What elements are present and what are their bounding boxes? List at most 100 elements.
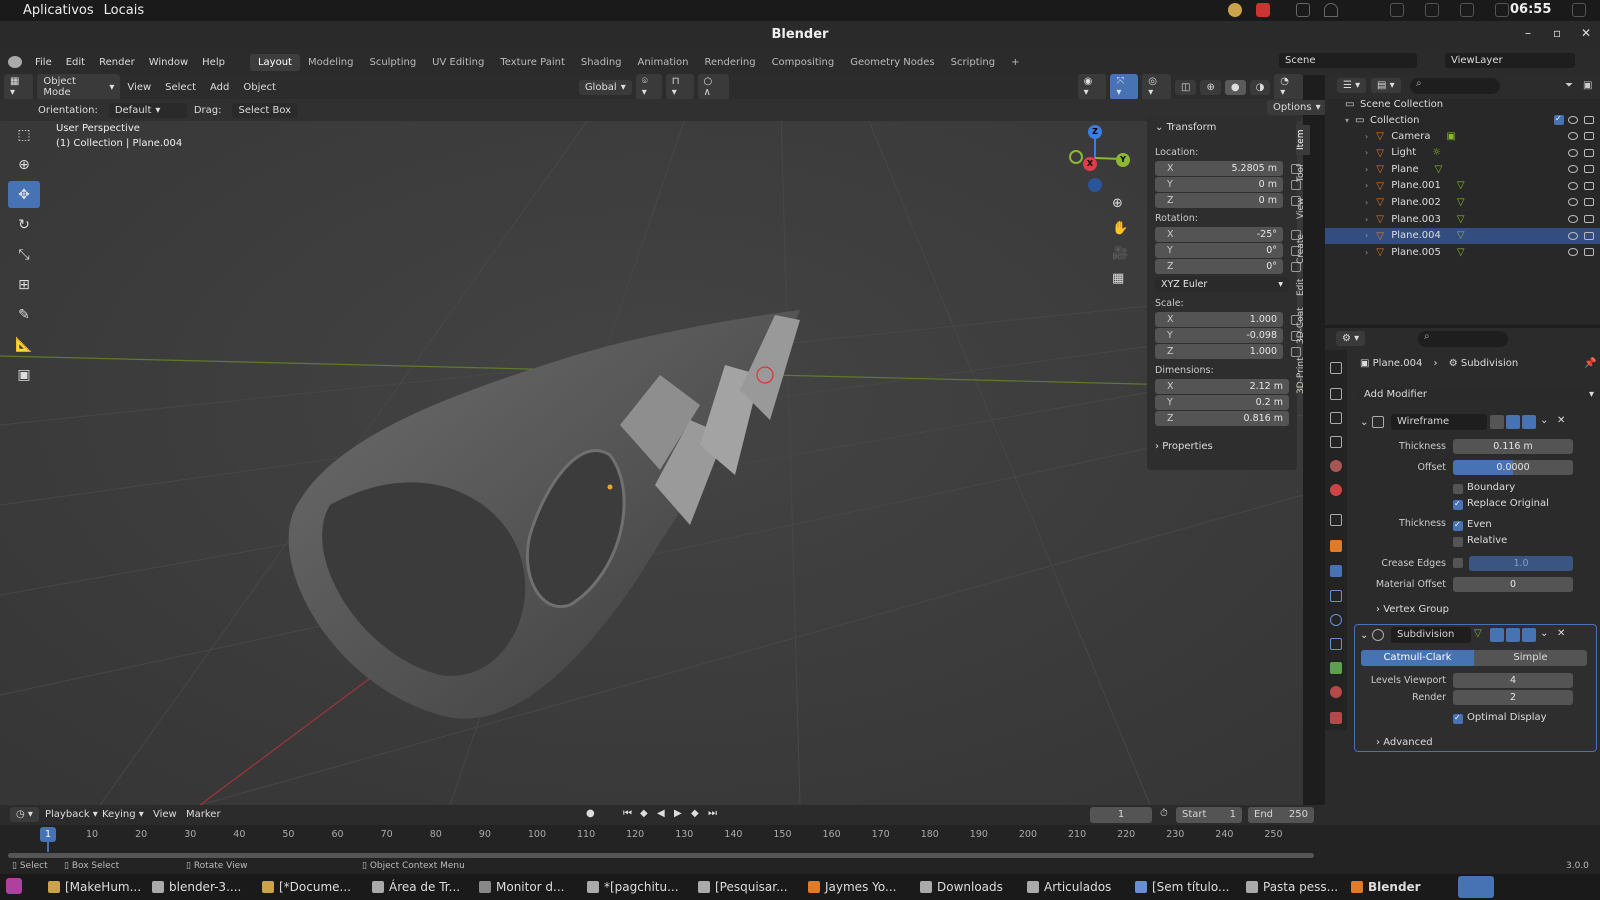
transform-orientation-selector[interactable]: Global ▾ xyxy=(578,79,632,95)
gizmo-y-icon[interactable]: Y xyxy=(1116,153,1130,167)
bluetooth-icon[interactable] xyxy=(1390,3,1404,17)
expand-icon[interactable]: › xyxy=(1365,132,1368,141)
rotation-x-field[interactable]: X -25° xyxy=(1155,227,1283,242)
tab-view[interactable]: View xyxy=(1296,194,1310,222)
timeline-editor-type-icon[interactable]: ◷ ▾ xyxy=(10,807,39,822)
subdivision-name-field[interactable]: Subdivision xyxy=(1391,627,1471,643)
eye-icon[interactable] xyxy=(1568,248,1578,257)
timeline-scrollbar[interactable] xyxy=(8,853,1314,858)
outliner-item[interactable]: › ▽ Light ☼ xyxy=(1325,145,1600,161)
zoom-icon[interactable]: ⊕ xyxy=(1112,196,1123,211)
location-y-field[interactable]: Y 0 m xyxy=(1155,177,1283,192)
taskbar-item[interactable]: Jaymes Yo... xyxy=(808,880,896,894)
add-workspace-icon[interactable]: + xyxy=(1003,54,1027,71)
taskbar-item[interactable]: Downloads xyxy=(920,880,1003,894)
cage-toggle-icon[interactable]: ▽ xyxy=(1474,628,1482,639)
camera-restrict-icon[interactable] xyxy=(1584,248,1594,257)
expand-icon[interactable]: › xyxy=(1365,215,1368,224)
outliner-item[interactable]: › ▽ Plane.003 ▽ xyxy=(1325,211,1600,227)
scene-collection-row[interactable]: ▭ Scene Collection xyxy=(1325,96,1600,112)
add-modifier-dropdown[interactable]: Add Modifier ▾ xyxy=(1358,387,1600,402)
wireframe-name-field[interactable]: Wireframe xyxy=(1391,414,1487,430)
remove-modifier-icon[interactable]: ✕ xyxy=(1557,628,1565,639)
camera-restrict-icon[interactable] xyxy=(1584,116,1594,124)
particles-props-icon[interactable] xyxy=(1330,590,1342,602)
tool-props-icon[interactable] xyxy=(1330,362,1342,374)
menu-select[interactable]: Select xyxy=(158,82,203,93)
rotation-z-field[interactable]: Z 0° xyxy=(1155,259,1283,274)
shading-wireframe-icon[interactable]: ⊕ xyxy=(1200,79,1221,95)
properties-section-header[interactable]: › Properties xyxy=(1147,441,1213,452)
tab-compositing[interactable]: Compositing xyxy=(764,54,843,71)
expand-icon[interactable]: › xyxy=(1365,181,1368,190)
rotation-y-field[interactable]: Y 0° xyxy=(1155,243,1283,258)
remove-modifier-icon[interactable]: ✕ xyxy=(1557,415,1565,426)
camera-restrict-icon[interactable] xyxy=(1584,181,1594,190)
catmull-clark-button[interactable]: Catmull-Clark xyxy=(1361,650,1474,666)
taskbar-item[interactable]: [Sem título... xyxy=(1135,880,1229,894)
filter-icon[interactable]: ⏷ xyxy=(1565,80,1573,91)
taskbar-item[interactable]: blender-3.... xyxy=(152,880,241,894)
material-offset-field[interactable]: 0 xyxy=(1453,577,1573,592)
camera-restrict-icon[interactable] xyxy=(1584,198,1594,207)
camera-restrict-icon[interactable] xyxy=(1584,231,1594,240)
physics-props-icon[interactable] xyxy=(1330,614,1342,626)
outliner-item[interactable]: › ▽ Plane.001 ▽ xyxy=(1325,178,1600,194)
volume-icon[interactable] xyxy=(1495,3,1509,17)
levels-viewport-field[interactable]: 4 xyxy=(1453,673,1573,688)
wifi-icon[interactable] xyxy=(1324,3,1338,17)
viewport-toggle-icon[interactable] xyxy=(1506,628,1520,642)
tab-scripting[interactable]: Scripting xyxy=(943,54,1003,71)
add-cube-tool-icon[interactable]: ▣ xyxy=(8,361,40,388)
tab-texture-paint[interactable]: Texture Paint xyxy=(492,54,573,71)
transform-tool-icon[interactable]: ⊞ xyxy=(8,271,40,298)
editor-type-icon[interactable]: ▦ ▾ xyxy=(4,74,34,100)
taskbar-item[interactable]: Área de Tr... xyxy=(372,880,460,894)
blender-logo-icon[interactable] xyxy=(8,56,22,68)
optimal-display-checkbox[interactable] xyxy=(1453,713,1463,724)
clock[interactable]: 06:55 xyxy=(1510,2,1551,17)
dimensions-z-field[interactable]: Z 0.816 m xyxy=(1155,411,1289,426)
taskbar-item[interactable]: *[pagchitu... xyxy=(587,880,679,894)
app-tray-icon[interactable] xyxy=(1256,3,1270,17)
taskbar-item[interactable]: [Pesquisar... xyxy=(698,880,788,894)
menu-render[interactable]: Render xyxy=(92,57,142,68)
scale-x-field[interactable]: X 1.000 xyxy=(1155,312,1283,327)
marker-menu[interactable]: Marker xyxy=(179,809,228,820)
viewport-toggle-icon[interactable] xyxy=(1506,415,1520,429)
tab-layout[interactable]: Layout xyxy=(249,53,300,71)
annotate-tool-icon[interactable]: ✎ xyxy=(8,301,40,328)
jump-end-icon[interactable]: ⏭ xyxy=(708,808,717,819)
taskbar-item[interactable]: [*Docume... xyxy=(262,880,351,894)
end-frame-field[interactable]: End 250 xyxy=(1248,807,1314,823)
mesh-data-icon[interactable]: ▽ xyxy=(1435,164,1443,175)
battery-icon[interactable] xyxy=(1460,3,1474,17)
camera-restrict-icon[interactable] xyxy=(1584,148,1594,157)
offset-slider[interactable]: 0.0000 xyxy=(1453,460,1573,475)
tab-modeling[interactable]: Modeling xyxy=(300,54,362,71)
location-z-field[interactable]: Z 0 m xyxy=(1155,193,1283,208)
expand-icon[interactable]: › xyxy=(1365,165,1368,174)
new-collection-icon[interactable]: ▣ xyxy=(1583,80,1592,91)
shading-solid-icon[interactable]: ● xyxy=(1224,79,1246,95)
mesh-data-icon[interactable]: ▽ xyxy=(1457,247,1465,258)
replace-original-checkbox[interactable] xyxy=(1453,499,1463,510)
edit-mode-toggle-icon[interactable] xyxy=(1490,415,1504,429)
mesh-data-icon[interactable]: ▽ xyxy=(1457,214,1465,225)
minimize-icon[interactable]: – xyxy=(1525,26,1531,40)
boundary-checkbox[interactable] xyxy=(1453,484,1463,494)
select-box-tool-icon[interactable]: ⬚ xyxy=(8,121,40,148)
menu-help[interactable]: Help xyxy=(195,57,232,68)
tab-tool[interactable]: Tool xyxy=(1296,160,1310,186)
relative-checkbox[interactable] xyxy=(1453,537,1463,547)
texture-props-icon[interactable] xyxy=(1330,712,1342,724)
play-icon[interactable]: ▶ xyxy=(674,808,682,819)
camera-restrict-icon[interactable] xyxy=(1584,132,1594,140)
eye-icon[interactable] xyxy=(1568,215,1578,223)
scene-selector[interactable]: Scene xyxy=(1279,53,1417,68)
keying-menu[interactable]: Keying ▾ xyxy=(95,809,151,820)
tab-animation[interactable]: Animation xyxy=(630,54,697,71)
eye-icon[interactable] xyxy=(1568,165,1578,174)
properties-editor-type-icon[interactable]: ⚙ ▾ xyxy=(1336,331,1366,346)
location-x-field[interactable]: X 5.2805 m xyxy=(1155,161,1283,176)
